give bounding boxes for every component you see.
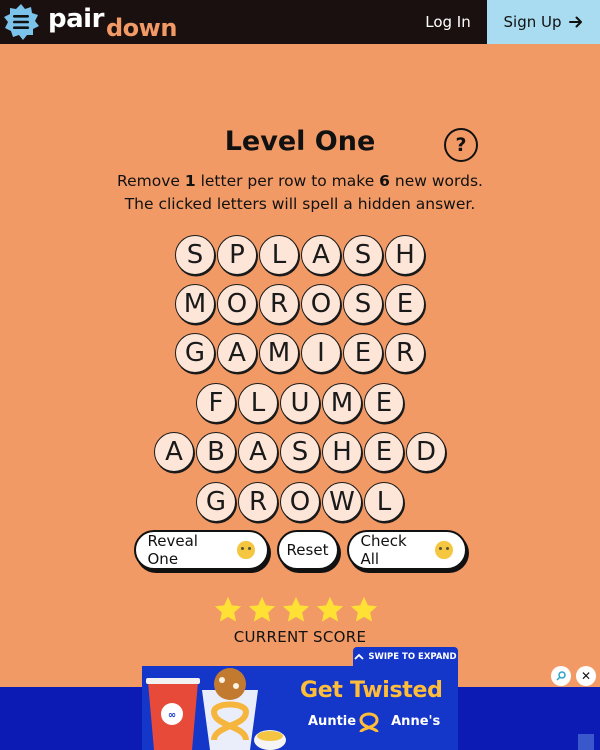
star-icon [248, 596, 276, 622]
letter-tile[interactable]: A [217, 333, 257, 374]
letter-tile[interactable]: R [385, 333, 425, 374]
letter-tile[interactable]: U [280, 382, 320, 423]
ad-info-icon[interactable] [551, 666, 571, 686]
letter-tile[interactable]: H [322, 432, 362, 473]
menu-icon[interactable] [2, 3, 40, 41]
star-icon [282, 596, 310, 622]
star-icon [214, 596, 242, 622]
reset-label: Reset [286, 541, 329, 559]
letter-tile[interactable]: H [385, 234, 425, 275]
letter-tile[interactable]: S [280, 432, 320, 473]
star-icon [350, 596, 378, 622]
score-label: CURRENT SCORE [233, 628, 367, 646]
letter-tile[interactable]: S [343, 234, 383, 275]
letter-tile[interactable]: A [301, 234, 341, 275]
letter-tile[interactable]: G [175, 333, 215, 374]
action-buttons: Reveal One Reset Check All [0, 530, 600, 570]
letter-tile[interactable]: R [259, 284, 299, 325]
ad-brand-left: Auntie [308, 714, 357, 729]
login-link[interactable]: Log In [414, 0, 482, 44]
instr-text: Remove [117, 172, 185, 190]
ad-product-image: ∞ [146, 668, 286, 750]
letter-tile[interactable]: G [196, 481, 236, 522]
ad-close-button[interactable]: ✕ [576, 666, 596, 686]
chevron-up-icon [354, 653, 365, 660]
help-button[interactable]: ? [444, 128, 478, 162]
swipe-label: SWIPE TO EXPAND [368, 652, 457, 662]
logo-down: down [106, 14, 177, 42]
reveal-one-button[interactable]: Reveal One [133, 530, 269, 570]
reset-button[interactable]: Reset [276, 530, 339, 570]
ad-headline: Get Twisted [300, 678, 443, 703]
ad-corner-marker [578, 734, 594, 750]
letter-tile[interactable]: E [364, 382, 404, 423]
letter-tile[interactable]: B [196, 432, 236, 473]
letter-row: ABASHED [0, 428, 600, 477]
instr-count-words: 6 [379, 172, 390, 190]
letter-tile[interactable]: O [280, 481, 320, 522]
letter-tile[interactable]: S [343, 284, 383, 325]
instructions-line-2: The clicked letters will spell a hidden … [124, 195, 476, 213]
check-all-label: Check All [360, 532, 407, 568]
logo-pair: pair [48, 4, 104, 34]
letter-tile[interactable]: A [238, 432, 278, 473]
letter-tile[interactable]: M [322, 382, 362, 423]
swipe-to-expand-button[interactable]: SWIPE TO EXPAND [353, 647, 458, 667]
instr-text: letter per row to make [195, 172, 380, 190]
signup-label: Sign Up [503, 13, 562, 31]
letter-tile[interactable]: O [217, 284, 257, 325]
letter-tile[interactable]: S [175, 234, 215, 275]
letter-tile[interactable]: F [196, 382, 236, 423]
angry-emoji-icon [237, 541, 255, 559]
letter-row: FLUME [0, 378, 600, 427]
pretzel-logo-icon [359, 712, 379, 733]
instr-text: new words. [389, 172, 483, 190]
reveal-one-label: Reveal One [147, 532, 198, 568]
letter-row: SPLASH [0, 230, 600, 279]
letter-tile[interactable]: D [406, 432, 446, 473]
letter-row: GROWL [0, 477, 600, 526]
level-title: Level One [224, 126, 376, 157]
letter-tile[interactable]: E [343, 333, 383, 374]
arrow-right-icon [568, 16, 582, 28]
letter-tile[interactable]: E [364, 432, 404, 473]
letter-tile[interactable]: W [322, 481, 362, 522]
thinking-emoji-icon [435, 541, 453, 559]
score-stars [213, 595, 379, 625]
letter-tile[interactable]: L [364, 481, 404, 522]
letter-row: GAMIER [0, 329, 600, 378]
letter-grid: SPLASHMOROSEGAMIERFLUMEABASHEDGROWL [0, 230, 600, 526]
letter-tile[interactable]: R [238, 481, 278, 522]
instr-count-letters: 1 [184, 172, 196, 190]
letter-tile[interactable]: L [238, 382, 278, 423]
letter-tile[interactable]: P [217, 234, 257, 275]
svg-text:∞: ∞ [168, 710, 176, 721]
letter-tile[interactable]: M [259, 333, 299, 374]
letter-tile[interactable]: O [301, 284, 341, 325]
check-all-button[interactable]: Check All [346, 530, 467, 570]
instructions-line-1: Remove 1 letter per row to make 6 new wo… [0, 172, 600, 190]
signup-button[interactable]: Sign Up [487, 0, 600, 44]
letter-tile[interactable]: L [259, 234, 299, 275]
ad-brand-right: Anne's [391, 714, 441, 729]
letter-tile[interactable]: M [175, 284, 215, 325]
letter-row: MOROSE [0, 279, 600, 328]
letter-tile[interactable]: A [154, 432, 194, 473]
star-icon [316, 596, 344, 622]
letter-tile[interactable]: I [301, 333, 341, 374]
top-nav: pair down Log In Sign Up [0, 0, 600, 44]
letter-tile[interactable]: E [385, 284, 425, 325]
